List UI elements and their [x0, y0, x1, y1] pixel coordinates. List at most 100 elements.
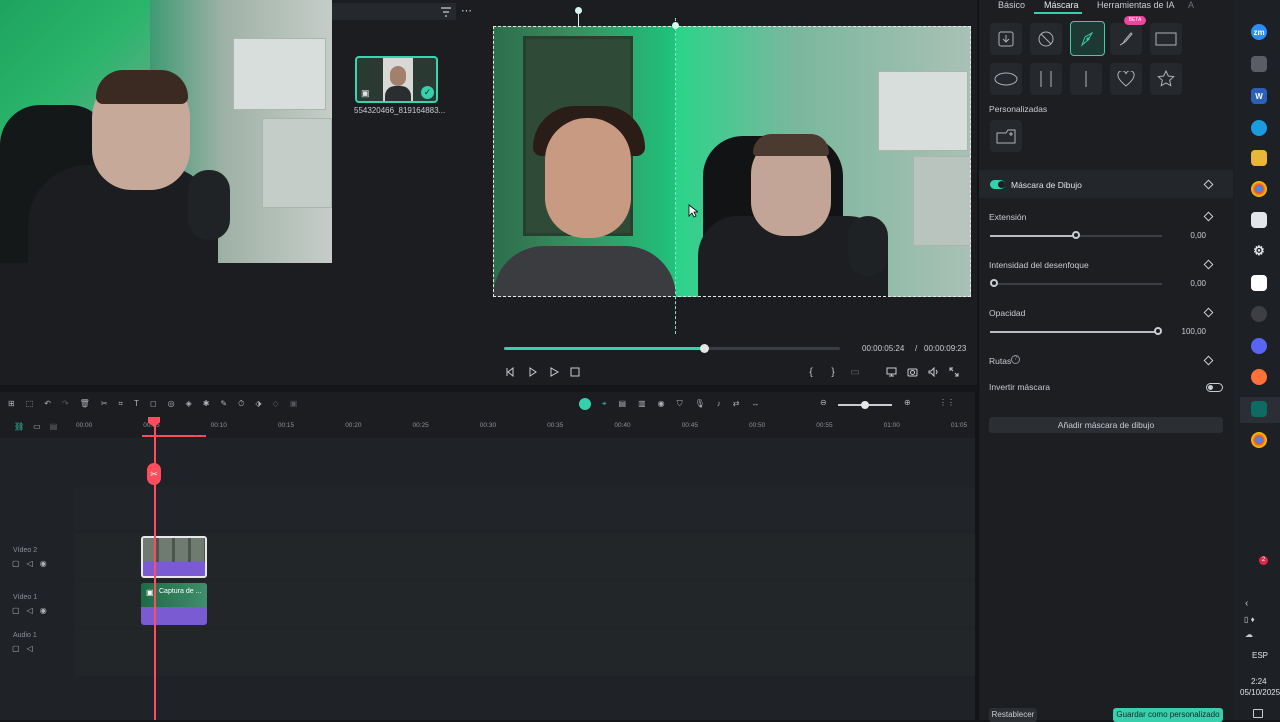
tab-mask[interactable]: Máscara — [1044, 0, 1079, 10]
firefox-icon[interactable] — [1251, 369, 1267, 385]
custom-mask-add-button[interactable] — [990, 120, 1022, 152]
mark-out-button[interactable]: } — [826, 365, 840, 379]
mic-icon[interactable]: 🎙 — [695, 399, 705, 409]
play-button[interactable] — [547, 365, 561, 379]
select-tool-icon[interactable]: ⬚ — [26, 399, 34, 409]
blur-slider[interactable] — [990, 283, 1162, 285]
replace-icon[interactable]: ⇄ — [733, 399, 740, 409]
keyframe-icon[interactable]: ◇ — [273, 399, 279, 409]
mark-in-button[interactable]: { — [804, 365, 818, 379]
layout-icon[interactable]: ⊞ — [8, 399, 15, 409]
link-icon[interactable]: ⛓ — [14, 422, 24, 431]
calendar-icon[interactable] — [1251, 212, 1267, 228]
zoom-out-icon[interactable]: ⊖ — [820, 398, 827, 407]
folder-icon[interactable]: ▢ — [12, 606, 20, 615]
zoom-in-icon[interactable]: ⊕ — [904, 398, 911, 407]
display-icon[interactable] — [884, 365, 898, 379]
mask-enable-toggle[interactable] — [990, 180, 1005, 189]
audio1-track[interactable] — [75, 629, 975, 676]
render-icon[interactable]: ◉ — [658, 399, 665, 409]
mask-heart-button[interactable] — [1110, 63, 1142, 95]
opacity-slider-knob[interactable] — [1154, 327, 1162, 335]
mask-point-handle[interactable] — [672, 22, 679, 29]
prev-frame-button[interactable] — [503, 365, 517, 379]
mask-single-line-button[interactable] — [1070, 63, 1102, 95]
video1-clip[interactable]: ▣ Captura de ... — [141, 583, 207, 625]
track-manager-icon[interactable]: ▤ — [50, 422, 58, 431]
effect-icon[interactable]: ◈ — [186, 399, 192, 409]
speaker-icon[interactable]: ◁ — [27, 644, 33, 653]
opacity-value[interactable]: 100,00 — [1170, 325, 1208, 339]
delete-icon[interactable]: 🗑 — [80, 399, 90, 409]
zoom-app-icon[interactable]: zm — [1251, 24, 1267, 40]
mask-double-line-button[interactable] — [1030, 63, 1062, 95]
edit-icon[interactable]: ✎ — [220, 399, 227, 409]
extension-slider-knob[interactable] — [1072, 231, 1080, 239]
mask-import-button[interactable] — [990, 23, 1022, 55]
clock-date[interactable]: 05/10/2025 — [1240, 688, 1280, 697]
snapshot-icon[interactable] — [905, 365, 919, 379]
video1-track[interactable] — [75, 581, 975, 628]
mask-brush-button[interactable] — [1110, 23, 1142, 55]
eye-icon[interactable]: ◉ — [40, 559, 47, 568]
folder-icon[interactable]: ▢ — [12, 559, 20, 568]
clip-icon[interactable]: ▤ — [619, 399, 627, 409]
speaker-icon[interactable]: ◁ — [27, 606, 33, 615]
shield-icon[interactable]: ⛉ — [677, 399, 683, 409]
video2-track[interactable] — [75, 533, 975, 580]
settings-icon[interactable]: ⚙ — [1251, 243, 1267, 259]
split-icon[interactable]: ✂ — [101, 399, 108, 409]
frame-icon[interactable]: ◻ — [150, 399, 157, 409]
notification-icon[interactable] — [1253, 709, 1263, 718]
invert-mask-toggle[interactable] — [1206, 383, 1223, 392]
blur-value[interactable]: 0,00 — [1170, 277, 1208, 291]
group-icon[interactable]: ▣ — [290, 399, 298, 409]
capcut-icon[interactable] — [1251, 275, 1267, 291]
add-drawing-mask-button[interactable]: Añadir máscara de dibujo — [989, 417, 1223, 433]
more-options-icon[interactable]: ⋯ — [461, 6, 472, 17]
speaker-icon[interactable]: ◁ — [27, 559, 33, 568]
insert-icon[interactable]: ▭ — [848, 365, 862, 379]
fullscreen-icon[interactable] — [947, 365, 961, 379]
ai-icon[interactable]: ✱ — [203, 399, 210, 409]
timer-icon[interactable]: ⏱ — [238, 399, 244, 409]
audio-icon[interactable]: ♪ — [717, 399, 721, 409]
folder-icon[interactable]: ▢ — [12, 644, 20, 653]
tab-more[interactable]: A — [1188, 0, 1194, 10]
mask-pen-button[interactable] — [1070, 21, 1105, 56]
playback-scrubber-knob[interactable] — [700, 344, 709, 353]
filter-icon[interactable] — [440, 7, 452, 17]
view-options-icon[interactable]: ⋮⋮ — [939, 398, 955, 407]
crop-icon[interactable]: ⌗ — [119, 399, 124, 409]
language-indicator[interactable]: ESP — [1252, 651, 1268, 660]
timeline-zoom-knob[interactable] — [861, 401, 869, 409]
stop-button[interactable] — [568, 365, 582, 379]
tab-ai-tools[interactable]: Herramientas de IA — [1097, 0, 1175, 10]
cloud-icon[interactable]: ☁ — [1245, 630, 1253, 639]
color-icon[interactable]: ◎ — [168, 399, 175, 409]
split-marker-icon[interactable]: ✂ — [147, 463, 161, 485]
tray-icons[interactable]: ▯ ♦ — [1244, 615, 1255, 624]
media-search-bar[interactable] — [332, 3, 456, 20]
word-icon[interactable]: W — [1251, 88, 1267, 104]
chrome-profile-icon[interactable] — [1251, 432, 1267, 448]
clock-time[interactable]: 2:24 — [1251, 677, 1267, 686]
obs-icon[interactable] — [1251, 306, 1267, 322]
mask-path-line[interactable] — [675, 18, 676, 334]
tab-basic[interactable]: Básico — [998, 0, 1025, 10]
extension-value[interactable]: 0,00 — [1170, 229, 1208, 243]
video2-clip[interactable] — [141, 536, 207, 578]
multi-cam-icon[interactable]: ▥ — [638, 399, 646, 409]
redo-icon[interactable]: ↷ — [62, 399, 69, 409]
mask-star-button[interactable] — [1150, 63, 1182, 95]
volume-icon[interactable] — [926, 365, 940, 379]
mask-ellipse-button[interactable] — [990, 63, 1022, 95]
info-icon[interactable]: ? — [1011, 355, 1020, 364]
app-icon[interactable] — [1251, 56, 1267, 72]
text-icon[interactable]: T — [134, 399, 139, 409]
chevron-left-icon[interactable]: ‹ — [1245, 598, 1248, 609]
filmora-icon[interactable] — [1251, 401, 1267, 417]
mask-rectangle-button[interactable] — [1150, 23, 1182, 55]
magnet-toggle-icon[interactable] — [579, 398, 591, 410]
edge-icon[interactable] — [1251, 120, 1267, 136]
